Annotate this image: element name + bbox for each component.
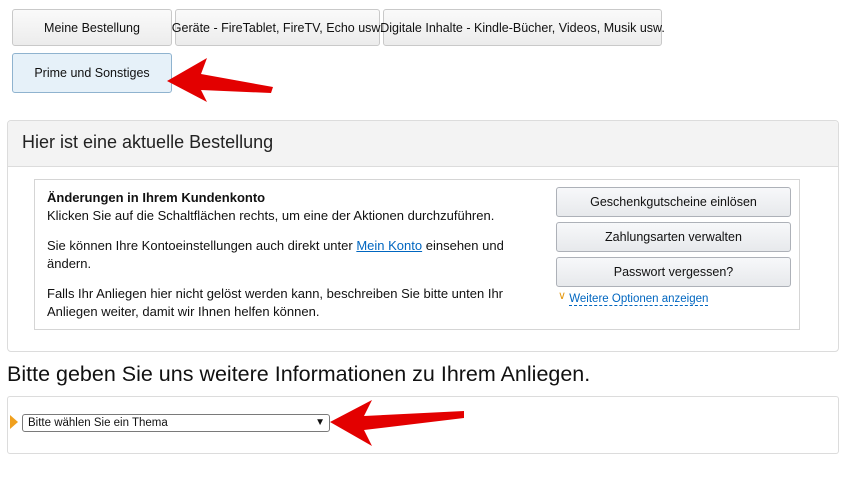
order-panel-title: Hier ist eine aktuelle Bestellung <box>22 132 274 152</box>
tab-label: Prime und Sonstiges <box>34 66 150 80</box>
button-label: Zahlungsarten verwalten <box>605 230 742 244</box>
step-marker-icon <box>10 415 18 429</box>
account-changes-box: Änderungen in Ihrem Kundenkonto Klicken … <box>34 179 800 330</box>
tab-geraete[interactable]: Geräte - FireTablet, FireTV, Echo usw. <box>171 9 384 46</box>
manage-payment-methods-button[interactable]: Zahlungsarten verwalten <box>556 222 791 252</box>
more-options-link: Weitere Optionen anzeigen <box>569 293 709 306</box>
account-settings-after: einsehen und <box>425 238 504 253</box>
order-panel: Hier ist eine aktuelle Bestellung Änderu… <box>7 120 839 352</box>
tab-label: Meine Bestellung <box>44 20 140 35</box>
account-settings-text: Sie können Ihre Kontoeinstellungen auch … <box>47 236 504 255</box>
annotation-arrow-tab <box>167 58 273 102</box>
tab-label: Geräte - FireTablet, FireTV, Echo usw. <box>171 20 384 35</box>
forgot-password-button[interactable]: Passwort vergessen? <box>556 257 791 287</box>
help-text-line1: Falls Ihr Anliegen hier nicht gelöst wer… <box>47 286 503 301</box>
tab-meine-bestellung[interactable]: Meine Bestellung <box>12 9 172 46</box>
order-panel-header: Hier ist eine aktuelle Bestellung <box>8 121 838 167</box>
account-settings-line2: ändern. <box>47 256 92 271</box>
annotation-arrow-select <box>330 400 464 446</box>
tab-label: Digitale Inhalte - Kindle-Bücher, Videos… <box>380 20 665 35</box>
chevron-down-icon: ▼ <box>315 417 325 428</box>
account-changes-heading: Änderungen in Ihrem Kundenkonto <box>47 190 266 205</box>
help-text-line2: Anliegen weiter, damit wir Ihnen helfen … <box>47 304 320 319</box>
topic-select-value: Bitte wählen Sie ein Thema <box>28 417 168 429</box>
double-chevron-down-icon: ∨ <box>558 290 567 302</box>
tab-digitale-inhalte[interactable]: Digitale Inhalte - Kindle-Bücher, Videos… <box>380 9 665 46</box>
mein-konto-link[interactable]: Mein Konto <box>356 238 422 253</box>
tab-prime-und-sonstiges[interactable]: Prime und Sonstiges <box>12 53 172 93</box>
more-options-toggle[interactable]: ∨ Weitere Optionen anzeigen <box>558 290 709 306</box>
button-label: Passwort vergessen? <box>613 265 734 279</box>
redeem-gift-card-button[interactable]: Geschenkgutscheine einlösen <box>556 187 791 217</box>
topic-select[interactable]: Bitte wählen Sie ein Thema ▼ <box>22 414 330 432</box>
account-settings-before: Sie können Ihre Kontoeinstellungen auch … <box>47 238 353 253</box>
info-section-heading: Bitte geben Sie uns weitere Informatione… <box>7 362 591 386</box>
account-changes-line1: Klicken Sie auf die Schaltflächen rechts… <box>47 208 495 223</box>
button-label: Geschenkgutscheine einlösen <box>590 195 757 209</box>
